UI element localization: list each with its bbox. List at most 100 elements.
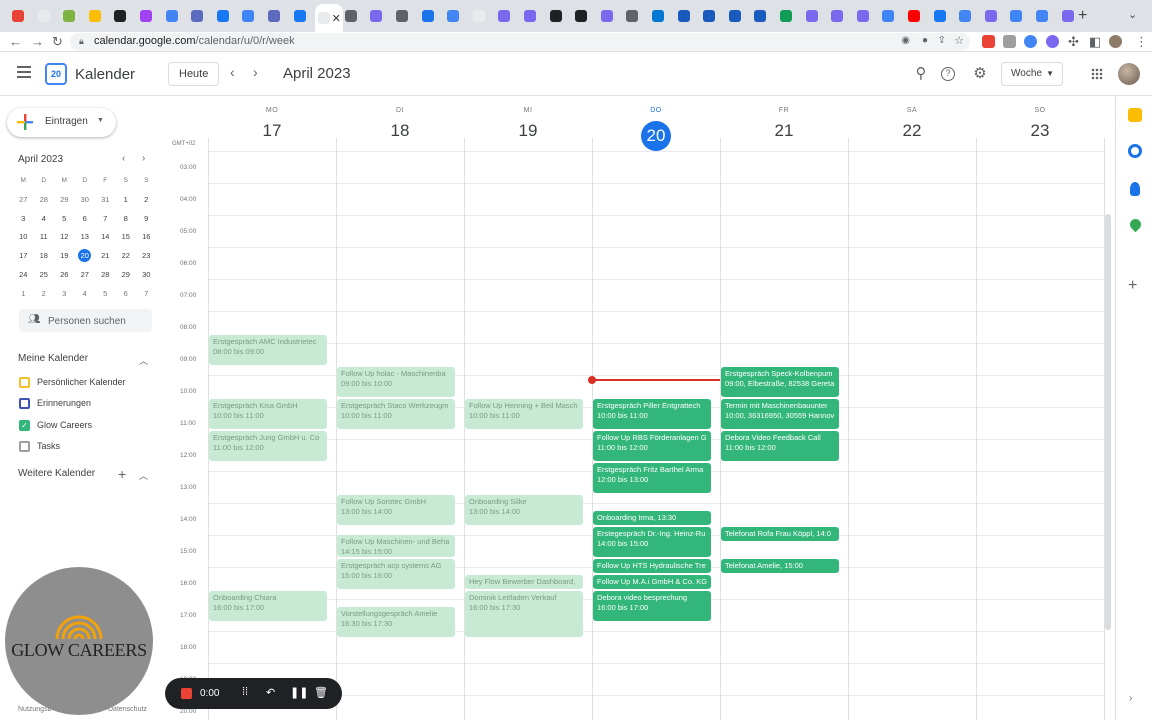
calendar-event[interactable]: Telefonat Amelie, 15:00 (721, 559, 839, 573)
mini-day[interactable]: 30 (75, 191, 96, 210)
mini-day[interactable]: 28 (95, 266, 116, 285)
calendar-event[interactable]: Follow Up M.A.i GmbH & Co. KG (593, 575, 711, 589)
calendar-event[interactable]: Follow Up RBS Förderanlagen G 11:00 bis 1… (593, 431, 711, 461)
mic-icon[interactable]: ● (922, 35, 928, 46)
expand-chevron-icon[interactable]: › (1129, 693, 1132, 704)
browser-tab[interactable] (1032, 6, 1052, 26)
calendar-event[interactable]: Dominik Leitfaden Verkauf 16:00 bis 17:30 (465, 591, 583, 637)
share-icon[interactable]: ⇪ (938, 35, 946, 46)
mini-day[interactable]: 2 (34, 285, 55, 304)
apps-grid-icon[interactable] (1091, 68, 1103, 80)
browser-tab-active[interactable]: ✕ (315, 4, 344, 32)
browser-tab[interactable] (981, 6, 1001, 26)
mini-day[interactable]: 12 (54, 228, 75, 247)
grid-dots-icon[interactable]: ⁞⁞ (242, 686, 248, 698)
browser-tab[interactable] (8, 6, 28, 26)
calendar-event[interactable]: Erstgespräch Speck-Kolbenpum 09:00, Elbes… (721, 367, 839, 397)
mini-day[interactable]: 13 (75, 228, 96, 247)
calendar-event[interactable]: Erstgespräch Kisa GmbH 10:00 bis 11:00 (209, 399, 327, 429)
prev-week-chevron-icon[interactable]: ‹ (230, 64, 235, 80)
create-button[interactable]: Eintragen ▼ (7, 108, 116, 137)
calendar-event[interactable]: Follow Up Sorotec GmbH 13:00 bis 14:00 (337, 495, 455, 525)
mini-day[interactable]: 9 (136, 210, 157, 229)
main-menu-icon[interactable] (17, 66, 31, 78)
mini-day[interactable]: 4 (75, 285, 96, 304)
calendar-checkbox[interactable] (19, 440, 30, 452)
next-week-chevron-icon[interactable]: › (253, 64, 258, 80)
browser-tab[interactable] (110, 6, 130, 26)
mini-day[interactable]: 15 (116, 228, 137, 247)
browser-tab[interactable] (930, 6, 950, 26)
calendar-event[interactable]: Erstgespräch Fritz Barthel Arma 12:00 bis… (593, 463, 711, 493)
browser-tab[interactable] (238, 6, 258, 26)
mini-day[interactable]: 25 (34, 266, 55, 285)
maps-icon[interactable] (1127, 216, 1144, 233)
mini-day[interactable]: 30 (136, 266, 157, 285)
add-calendar-plus-icon[interactable]: + (118, 466, 126, 482)
calendar-event[interactable]: Hey Flow Bewerber Dashboard, (465, 575, 583, 589)
browser-tab[interactable] (1058, 6, 1078, 26)
reload-icon[interactable]: ↻ (52, 34, 63, 50)
browser-tab[interactable] (520, 6, 540, 26)
mini-day[interactable]: 8 (116, 210, 137, 229)
browser-tab[interactable] (802, 6, 822, 26)
profile-avatar[interactable] (1109, 35, 1122, 48)
browser-tab[interactable] (674, 6, 694, 26)
calendar-event[interactable]: Erstgespräch Piller Entgrattech 10:00 bis… (593, 399, 711, 429)
calendar-event[interactable]: Debora Video Feedback Call 11:00 bis 12:0… (721, 431, 839, 461)
calendar-event[interactable]: Termin mit Maschinenbauunter 10:00, 36316… (721, 399, 839, 429)
mini-day[interactable]: 1 (13, 285, 34, 304)
browser-tab[interactable] (955, 6, 975, 26)
calendar-event[interactable]: Debora video besprechung 16:00 bis 17:00 (593, 591, 711, 621)
view-switcher[interactable]: Woche ▼ (1001, 62, 1063, 86)
extension-icon[interactable] (1046, 35, 1059, 48)
extension-icon[interactable] (982, 35, 995, 48)
mini-day[interactable]: 18 (34, 247, 55, 266)
browser-tab[interactable] (776, 6, 796, 26)
menu-dots-icon[interactable]: ⋮ (1135, 34, 1148, 50)
puzzle-icon[interactable]: ✣ (1068, 34, 1079, 50)
browser-tab[interactable] (904, 6, 924, 26)
search-icon[interactable]: ⚲ (912, 65, 930, 83)
mini-day[interactable]: 27 (13, 191, 34, 210)
browser-tab[interactable] (878, 6, 898, 26)
undo-icon[interactable]: ↶ (266, 686, 275, 699)
close-tab-icon[interactable]: ✕ (332, 12, 341, 25)
browser-tab[interactable] (546, 6, 566, 26)
mini-day[interactable]: 1 (116, 191, 137, 210)
calendar-event[interactable]: Follow Up Henning + Beil Masch 10:00 bis … (465, 399, 583, 429)
day-header[interactable]: DO 20 (592, 96, 720, 152)
bookmark-star-icon[interactable]: ☆ (954, 34, 964, 47)
avatar[interactable] (1118, 63, 1140, 85)
browser-tab[interactable] (648, 6, 668, 26)
browser-tab[interactable] (341, 6, 361, 26)
browser-tab[interactable] (392, 6, 412, 26)
browser-tab[interactable] (827, 6, 847, 26)
mini-day[interactable]: 10 (13, 228, 34, 247)
day-header[interactable]: MO 17 (208, 96, 336, 152)
extension-icon[interactable] (1024, 35, 1037, 48)
browser-tab[interactable] (622, 6, 642, 26)
calendar-event[interactable]: Follow Up holac - Maschinenba 09:00 bis 1… (337, 367, 455, 397)
contacts-icon[interactable] (1130, 182, 1140, 196)
tasks-icon[interactable] (1128, 144, 1142, 158)
mini-day[interactable]: 3 (54, 285, 75, 304)
browser-tab[interactable] (366, 6, 386, 26)
extension-icon[interactable] (1003, 35, 1016, 48)
browser-tab[interactable] (187, 6, 207, 26)
settings-gear-icon[interactable]: ⚙ (971, 65, 989, 83)
browser-tab[interactable] (162, 6, 182, 26)
browser-tab[interactable] (494, 6, 514, 26)
mini-day[interactable]: 22 (116, 247, 137, 266)
mini-day[interactable]: 6 (75, 210, 96, 229)
calendar-event[interactable]: Onboarding Silke 13:00 bis 14:00 (465, 495, 583, 525)
mini-day[interactable]: 21 (95, 247, 116, 266)
chevron-up-icon[interactable]: ︿ (139, 469, 148, 482)
browser-tab[interactable] (571, 6, 591, 26)
calendar-checkbox[interactable] (19, 398, 30, 410)
calendar-event[interactable]: Erstgespräch Staco Werkzeugm 10:00 bis 11… (337, 399, 455, 429)
mini-day[interactable]: 29 (116, 266, 137, 285)
mini-day[interactable]: 24 (13, 266, 34, 285)
day-header[interactable]: DI 18 (336, 96, 464, 152)
mini-day[interactable]: 7 (95, 210, 116, 229)
